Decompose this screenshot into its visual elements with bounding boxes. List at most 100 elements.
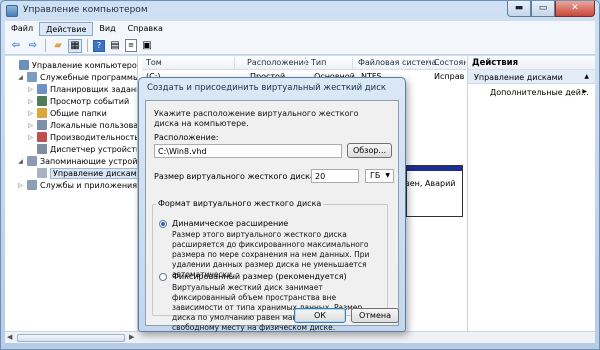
format-group-title: Формат виртуального жесткого диска (156, 199, 324, 208)
column-volume[interactable]: Том (146, 58, 162, 67)
tree-node-icon (27, 72, 37, 82)
refresh-icon[interactable]: ▣ (140, 39, 154, 53)
volume-status: Исправ (434, 72, 465, 81)
column-separator (234, 57, 235, 69)
ok-button[interactable]: ОК (294, 308, 346, 323)
column-filesystem[interactable]: Файловая система (358, 58, 436, 67)
tree-expander-icon[interactable]: ▷ (27, 110, 34, 117)
tree-node-icon (37, 108, 47, 118)
tree-node-icon (27, 156, 37, 166)
more-actions-label: Дополнительные дей... (490, 88, 589, 97)
tree-expander-icon[interactable]: ▷ (27, 86, 34, 93)
scroll-thumb[interactable] (17, 334, 125, 342)
dynamic-expansion-label[interactable]: Динамическое расширение (172, 219, 288, 228)
help-icon[interactable]: ? (93, 39, 105, 52)
tree-expander-icon[interactable]: ▷ (17, 182, 24, 189)
dialog-body: Укажите расположение виртуального жестко… (145, 100, 399, 332)
actions-section-disk-management[interactable]: Управление дисками ▲ (468, 70, 595, 84)
cancel-button[interactable]: Отмена (351, 308, 399, 323)
tree-node-icon (37, 168, 47, 178)
actions-header: Действия (468, 56, 595, 70)
dynamic-expansion-radio[interactable] (159, 220, 167, 228)
fixed-size-description: Виртуальный жесткий диск занимает фиксир… (172, 283, 363, 332)
tree-item[interactable]: ▷ Общие папки (27, 107, 107, 119)
tree-item-label: Общие папки (50, 108, 107, 118)
tree-item-label: Управление компьютером (л (32, 60, 138, 70)
tree-node-icon (37, 144, 47, 154)
menu-view[interactable]: Вид (93, 22, 121, 36)
tree-item[interactable]: Управление компьютером (л (9, 59, 138, 71)
fixed-size-radio[interactable] (159, 273, 167, 281)
toolbar-separator (87, 39, 88, 52)
disk-partition-block[interactable]: вен, Аварий (406, 165, 463, 217)
column-separator (428, 57, 429, 69)
caption-buttons: ▬ ▭ ✕ (507, 1, 595, 18)
collapse-arrow-icon[interactable]: ▲ (584, 73, 589, 80)
more-actions-item[interactable]: Дополнительные дей... ▶ (468, 84, 595, 97)
fixed-size-label[interactable]: Фиксированный размер (рекомендуется) (172, 272, 347, 281)
menu-bar: Файл Действие Вид Справка (5, 21, 595, 37)
menu-help[interactable]: Справка (122, 22, 169, 36)
column-header: Том Расположение Тип Файловая система Со… (142, 56, 466, 70)
tree-item-label: Службы и приложения (40, 180, 138, 190)
back-arrow-icon[interactable]: ⇦ (9, 39, 23, 53)
size-unit-select[interactable]: ГБ ▼ (365, 169, 394, 183)
column-separator (352, 57, 353, 69)
tree-node-icon (37, 84, 47, 94)
tree-item[interactable]: ▷ Просмотр событий (27, 95, 129, 107)
tree-expander-icon[interactable]: ▷ (27, 122, 34, 129)
up-folder-icon[interactable]: ▰ (51, 39, 65, 53)
tree-item-label: Просмотр событий (50, 96, 130, 106)
size-unit-value: ГБ (370, 171, 381, 180)
size-input[interactable] (311, 169, 359, 183)
create-vhd-dialog: Создать и присоединить виртуальный жестк… (138, 77, 406, 332)
size-label: Размер виртуального жесткого диска: (154, 172, 318, 181)
tree-item-label: Планировщик заданий (50, 84, 138, 94)
submenu-arrow-icon: ▶ (582, 88, 587, 95)
show-hide-tree-icon[interactable]: ▦ (68, 38, 82, 53)
tree-item[interactable]: ◢ Запоминающие устройст (17, 155, 138, 167)
console-tree-icon[interactable]: ▤ (108, 39, 122, 53)
tree-expander-icon[interactable]: ▷ (27, 98, 34, 105)
close-button[interactable]: ✕ (555, 1, 595, 17)
partition-bar (407, 166, 462, 171)
toolbar-separator (45, 39, 46, 52)
column-location[interactable]: Расположение (247, 58, 309, 67)
tree-node-icon (37, 120, 47, 130)
tree-item[interactable]: ◢ Служебные программы (17, 71, 138, 83)
browse-button[interactable]: Обзор... (347, 143, 392, 158)
tree-item[interactable]: ▷ Службы и приложения (17, 179, 137, 191)
column-status[interactable]: Состояние (434, 58, 466, 67)
scroll-left-icon[interactable]: ◀ (7, 333, 12, 341)
forward-arrow-icon[interactable]: ⇨ (26, 39, 40, 53)
tree-expander-icon[interactable]: ◢ (17, 158, 24, 165)
tree-item[interactable]: ▷ Локальные пользовате (27, 119, 138, 131)
partition-status-text: вен, Аварий (406, 179, 456, 188)
minimize-button[interactable]: ▬ (507, 1, 531, 17)
location-input[interactable] (154, 144, 342, 158)
properties-icon[interactable]: ≡ (125, 39, 137, 52)
tree-item-label: Служебные программы (40, 72, 138, 82)
menu-file[interactable]: Файл (5, 22, 39, 36)
tree-expander-icon[interactable]: ◢ (17, 74, 24, 81)
tree-item-label: Локальные пользовате (50, 120, 138, 130)
console-tree: Управление компьютером (л ◢ Служебные прог… (5, 56, 138, 331)
window-title: Управление компьютером (23, 5, 148, 15)
tree-item[interactable]: Диспетчер устройств (27, 143, 138, 155)
main-window: Управление компьютером ▬ ▭ ✕ Файл Действ… (0, 0, 600, 350)
tree-item[interactable]: ▷ Планировщик заданий (27, 83, 138, 95)
tree-item[interactable]: Управление дисками (27, 167, 137, 179)
menu-action[interactable]: Действие (39, 22, 94, 36)
column-type[interactable]: Тип (311, 58, 326, 67)
scroll-right-icon[interactable]: ▶ (129, 333, 134, 341)
maximize-button[interactable]: ▭ (531, 1, 555, 17)
tree-item[interactable]: ▷ Производительность (27, 131, 137, 143)
dialog-title: Создать и присоединить виртуальный жестк… (147, 83, 387, 93)
tree-item-label: Диспетчер устройств (50, 144, 138, 154)
tree-expander-icon[interactable]: ▷ (27, 134, 34, 141)
tree-item-label: Запоминающие устройст (40, 156, 138, 166)
tree-node-icon (27, 180, 37, 190)
computer-management-icon (6, 5, 18, 17)
title-bar: Управление компьютером ▬ ▭ ✕ (1, 1, 599, 21)
tree-node-icon (37, 96, 47, 106)
